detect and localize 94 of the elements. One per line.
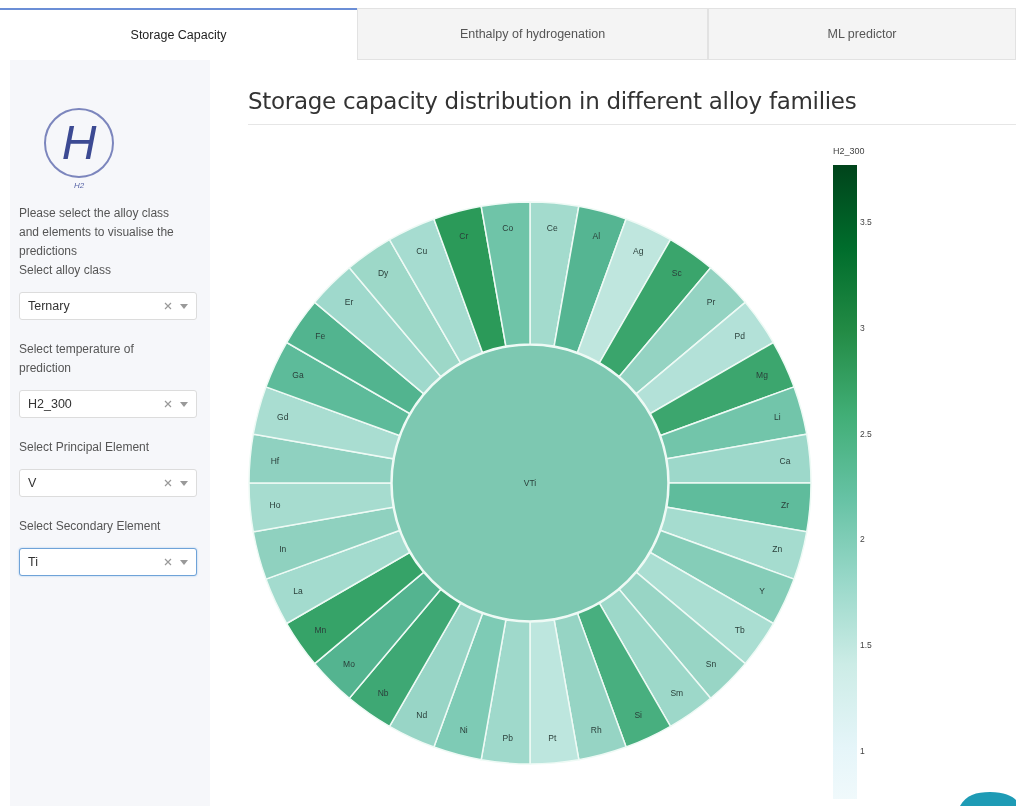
page-title: Storage capacity distribution in different alloy families (248, 88, 1016, 125)
sunburst-segment[interactable] (659, 506, 808, 580)
sunburst-segment[interactable] (480, 201, 531, 347)
segment-label: Si (634, 710, 642, 720)
caret-icon[interactable] (180, 559, 188, 565)
segment-label: Pt (548, 733, 557, 744)
sunburst-segment[interactable] (285, 301, 425, 415)
sunburst-segment[interactable] (285, 551, 425, 665)
center-segment[interactable] (391, 344, 669, 622)
segment-label: Al (592, 230, 601, 241)
colorbar-tick: 3 (860, 322, 865, 333)
caret-icon[interactable] (180, 401, 188, 407)
segment-label: Ag (633, 246, 644, 256)
dropdown-label: Select alloy class (19, 262, 113, 279)
segment-label: Y (759, 586, 765, 597)
segment-label: Li (773, 411, 781, 422)
segment-label: Ca (779, 455, 791, 466)
segment-label: Er (344, 297, 354, 307)
sunburst-segment[interactable] (666, 482, 812, 533)
segment-label: Pd (734, 331, 745, 342)
sunburst-segment[interactable] (480, 619, 531, 765)
sunburst-segment[interactable] (649, 529, 795, 625)
colorbar-tick: 3.5 (860, 217, 872, 227)
dropdown-label: Select Principal Element (19, 439, 151, 456)
tab[interactable]: Enthalpy of hydrogenation (357, 8, 708, 60)
segment-label: In (279, 544, 287, 555)
sunburst-segment[interactable] (635, 301, 775, 415)
segment-label: Cu (416, 246, 428, 256)
sunburst-segment[interactable] (635, 551, 775, 665)
colorbar-tick: 2 (860, 534, 865, 545)
segment-label: Ho (269, 500, 281, 511)
dropdown[interactable]: V (19, 469, 197, 497)
sunburst-segment[interactable] (314, 571, 442, 699)
tab[interactable]: ML predictor (708, 8, 1016, 60)
dropdown-label: Select temperature of prediction (19, 341, 135, 377)
segment-label: Cr (459, 230, 469, 241)
sunburst-segment[interactable] (666, 433, 812, 484)
segment-label: Sc (671, 268, 682, 279)
intro-text: Please select the alloy class and elements to visualise the predictions (19, 205, 175, 260)
segment-label: Hf (270, 455, 280, 466)
sunburst-segment[interactable] (649, 341, 795, 437)
segment-label: Pb (502, 733, 513, 744)
sunburst-segment[interactable] (265, 529, 411, 625)
colorbar-tick: 1 (860, 746, 865, 756)
segment-label: Gd (277, 411, 289, 422)
clear-icon[interactable] (164, 302, 172, 310)
segment-label: Zr (781, 500, 790, 511)
segment-label: La (293, 586, 303, 597)
colorbar-tick: 1.5 (860, 640, 872, 651)
colorbar-title: H2_300 (833, 146, 865, 156)
segment-label: Mo (343, 659, 355, 669)
dropdown[interactable]: H2_300 (19, 390, 197, 418)
logo-icon: H (44, 108, 114, 178)
segment-label: Dy (377, 268, 389, 279)
sunburst-segment[interactable] (618, 267, 746, 395)
segment-label: Nb (377, 687, 389, 698)
dropdown[interactable]: Ti (19, 548, 197, 576)
segment-label: Tb (734, 624, 745, 635)
segment-label: Nd (416, 710, 428, 720)
clear-icon[interactable] (164, 400, 172, 408)
caret-icon[interactable] (180, 303, 188, 309)
caret-icon[interactable] (180, 480, 188, 486)
segment-label: Mn (314, 624, 327, 635)
sunburst-segment[interactable] (618, 571, 746, 699)
sunburst-segment[interactable] (529, 201, 580, 347)
dropdown[interactable]: Ternary (19, 292, 197, 320)
logo-caption: H2 (73, 181, 85, 190)
segment-label: Rh (590, 725, 602, 736)
sunburst-segment[interactable] (576, 602, 672, 748)
sunburst-segment[interactable] (388, 602, 484, 748)
segment-label: Zn (772, 544, 783, 555)
sunburst-segment[interactable] (659, 386, 808, 460)
segment-label: Ni (459, 725, 468, 736)
sunburst-segment[interactable] (248, 433, 394, 484)
sunburst-segment[interactable] (529, 619, 580, 765)
sunburst-segment[interactable] (252, 506, 401, 580)
dropdown-label: Select Secondary Element (19, 518, 162, 535)
sunburst-segment[interactable] (314, 267, 442, 395)
segment-label: Ga (292, 369, 304, 380)
sunburst-segment[interactable] (265, 341, 411, 437)
clear-icon[interactable] (164, 479, 172, 487)
sunburst-segment[interactable] (576, 218, 672, 364)
colorbar-tick: 2.5 (860, 428, 872, 439)
center-label: VTi (523, 478, 537, 488)
segment-label: Sm (670, 687, 684, 698)
segment-label: Ce (546, 222, 558, 233)
clear-icon[interactable] (164, 558, 172, 566)
segment-label: Pr (706, 297, 716, 307)
segment-label: Co (502, 222, 514, 233)
segment-label: Sn (705, 659, 717, 669)
sunburst-segment[interactable] (248, 482, 394, 533)
sunburst-segment[interactable] (388, 218, 484, 364)
segment-label: Fe (315, 331, 326, 342)
segment-label: Mg (756, 369, 768, 380)
